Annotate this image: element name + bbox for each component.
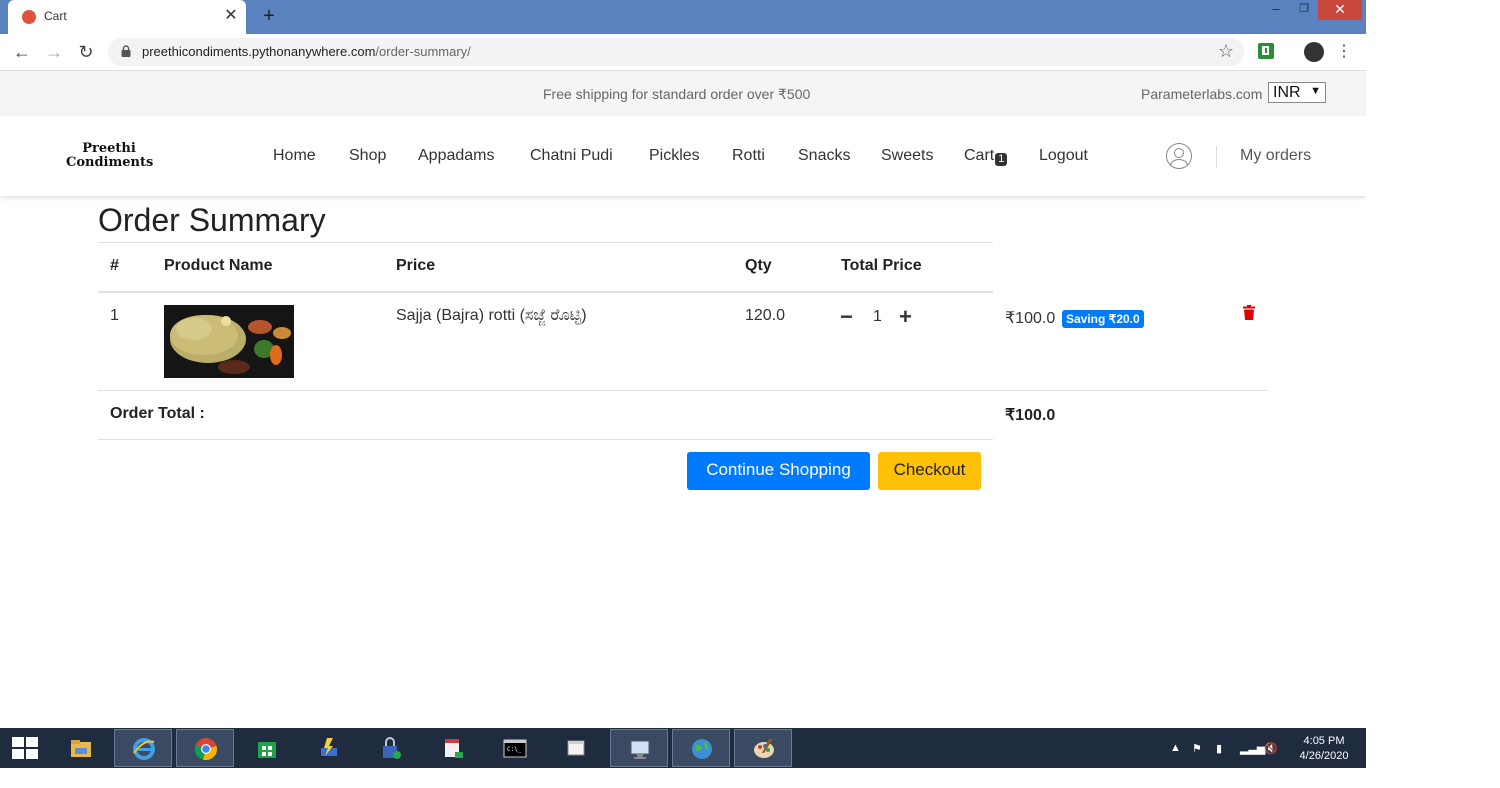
my-orders-link[interactable]: My orders [1240,147,1311,165]
action-center-flag-icon[interactable]: ⚑ [1192,742,1202,755]
chrome-icon[interactable] [176,729,234,767]
browser-toolbar: ← → ↻ preethicondiments.pythonanywhere.c… [0,34,1366,71]
nav-snacks[interactable]: Snacks [798,147,850,165]
dropdown-arrow-icon: ▼ [1310,85,1321,97]
store-icon[interactable] [238,729,296,767]
globe-app-icon[interactable] [672,729,730,767]
nav-appadams[interactable]: Appadams [418,147,495,165]
nav-home[interactable]: Home [273,147,316,165]
browser-menu-icon[interactable]: ⋮ [1336,41,1352,61]
volume-muted-icon[interactable]: 🔇 [1264,742,1278,755]
nav-pickles[interactable]: Pickles [649,147,700,165]
site-logo[interactable]: Preethi Condiments [66,141,154,170]
checkout-button[interactable]: Checkout [878,452,981,490]
security-app-icon[interactable] [362,729,420,767]
nav-sweets[interactable]: Sweets [881,147,933,165]
battery-icon[interactable]: ▮ [1216,742,1222,755]
shipping-notice: Free shipping for standard order over ₹5… [543,86,811,102]
col-header-product-name: Product Name [164,257,273,274]
logo-line-1: Preethi [82,141,136,156]
table-top-border [98,242,993,243]
command-prompt-icon[interactable]: C:\_ [486,729,544,767]
back-arrow-icon[interactable]: ← [10,40,34,64]
nav-shop[interactable]: Shop [349,147,386,165]
cart-count-badge: 1 [995,153,1008,166]
clock-date: 4/26/2020 [1299,750,1349,762]
address-bar[interactable]: preethicondiments.pythonanywhere.com/ord… [108,38,1244,66]
svg-text:C:\_: C:\_ [507,746,522,753]
site-topbar: Free shipping for standard order over ₹5… [0,71,1366,116]
product-qty: 1 [873,308,882,325]
nav-cart-label: Cart [964,147,995,164]
profile-avatar-icon[interactable] [1304,42,1324,62]
reload-icon[interactable]: ↻ [74,40,98,64]
nav-rotti[interactable]: Rotti [732,147,765,165]
trash-icon[interactable] [1243,305,1255,320]
nav-logout[interactable]: Logout [1039,147,1088,165]
order-total-value: ₹100.0 [1005,407,1056,424]
order-total-label: Order Total : [110,405,205,422]
minimize-icon[interactable]: – [1266,0,1286,20]
windows-start-icon[interactable] [12,737,38,759]
remote-desktop-icon[interactable] [610,729,668,767]
user-account-icon[interactable] [1166,143,1192,169]
nav-chatni-pudi[interactable]: Chatni Pudi [530,147,613,165]
favicon-icon [22,10,36,24]
network-tool-icon[interactable] [300,729,358,767]
browser-titlebar: Cart ✕ + – ❐ ✕ [0,0,1366,34]
window-app-icon[interactable] [548,729,606,767]
logo-line-2: Condiments [66,155,154,170]
plus-icon[interactable]: + [899,306,912,328]
window-close-icon[interactable]: ✕ [1318,0,1362,20]
col-header-price: Price [396,257,436,274]
taskbar: C:\_ ▲ ⚑ ▮ ▂▃▅ 🔇 4:05 PM 4/26/2020 [0,728,1366,768]
col-header-qty: Qty [745,257,772,274]
product-total: ₹100.0 [1005,310,1056,327]
col-header-total-price: Total Price [841,257,922,274]
extension-icon[interactable] [1258,43,1274,59]
col-header-index: # [110,257,119,274]
bookmark-star-icon[interactable]: ☆ [1218,41,1234,62]
table-header-border [98,291,993,293]
page-title: Order Summary [98,202,326,238]
tab-close-icon[interactable]: ✕ [222,7,240,25]
url-path: /order-summary/ [375,44,471,59]
paint-app-icon[interactable] [734,729,792,767]
clock-time: 4:05 PM [1303,735,1345,747]
notes-app-icon[interactable] [424,729,482,767]
forward-arrow-icon[interactable]: → [42,40,66,64]
total-border [98,439,993,440]
screen: Cart ✕ + – ❐ ✕ ← → ↻ preethicondiments.p… [0,0,1366,768]
minus-icon[interactable]: − [840,306,853,328]
new-tab-icon[interactable]: + [258,5,280,27]
nav-cart[interactable]: Cart 1 [964,147,1008,166]
network-signal-icon[interactable]: ▂▃▅ [1240,742,1265,755]
row-index: 1 [110,307,119,324]
tab-title: Cart [44,9,67,23]
currency-select[interactable]: INR ▼ [1268,82,1326,103]
company-link[interactable]: Parameterlabs.com [1141,86,1262,102]
product-name[interactable]: Sajja (Bajra) rotti (ಸಜ್ಜೆ ರೊಟ್ಟಿ) [396,307,587,325]
lock-icon [121,45,131,57]
site-header: Preethi Condiments Home Shop Appadams Ch… [0,116,1366,196]
saving-badge: Saving ₹20.0 [1062,310,1144,328]
product-image[interactable] [164,305,294,378]
system-clock[interactable]: 4:05 PM 4/26/2020 [1292,734,1356,764]
tray-up-arrow-icon[interactable]: ▲ [1170,742,1181,754]
currency-value: INR [1273,84,1301,101]
internet-explorer-icon[interactable] [114,729,172,767]
product-price: 120.0 [745,307,786,324]
file-explorer-icon[interactable] [52,729,110,767]
continue-shopping-button[interactable]: Continue Shopping [687,452,870,490]
browser-tab[interactable]: Cart ✕ [8,0,246,34]
url-text: preethicondiments.pythonanywhere.com/ord… [142,44,471,59]
row-border [98,390,1268,391]
nav-divider [1216,146,1217,168]
restore-icon[interactable]: ❐ [1294,0,1314,20]
url-host: preethicondiments.pythonanywhere.com [142,44,376,59]
